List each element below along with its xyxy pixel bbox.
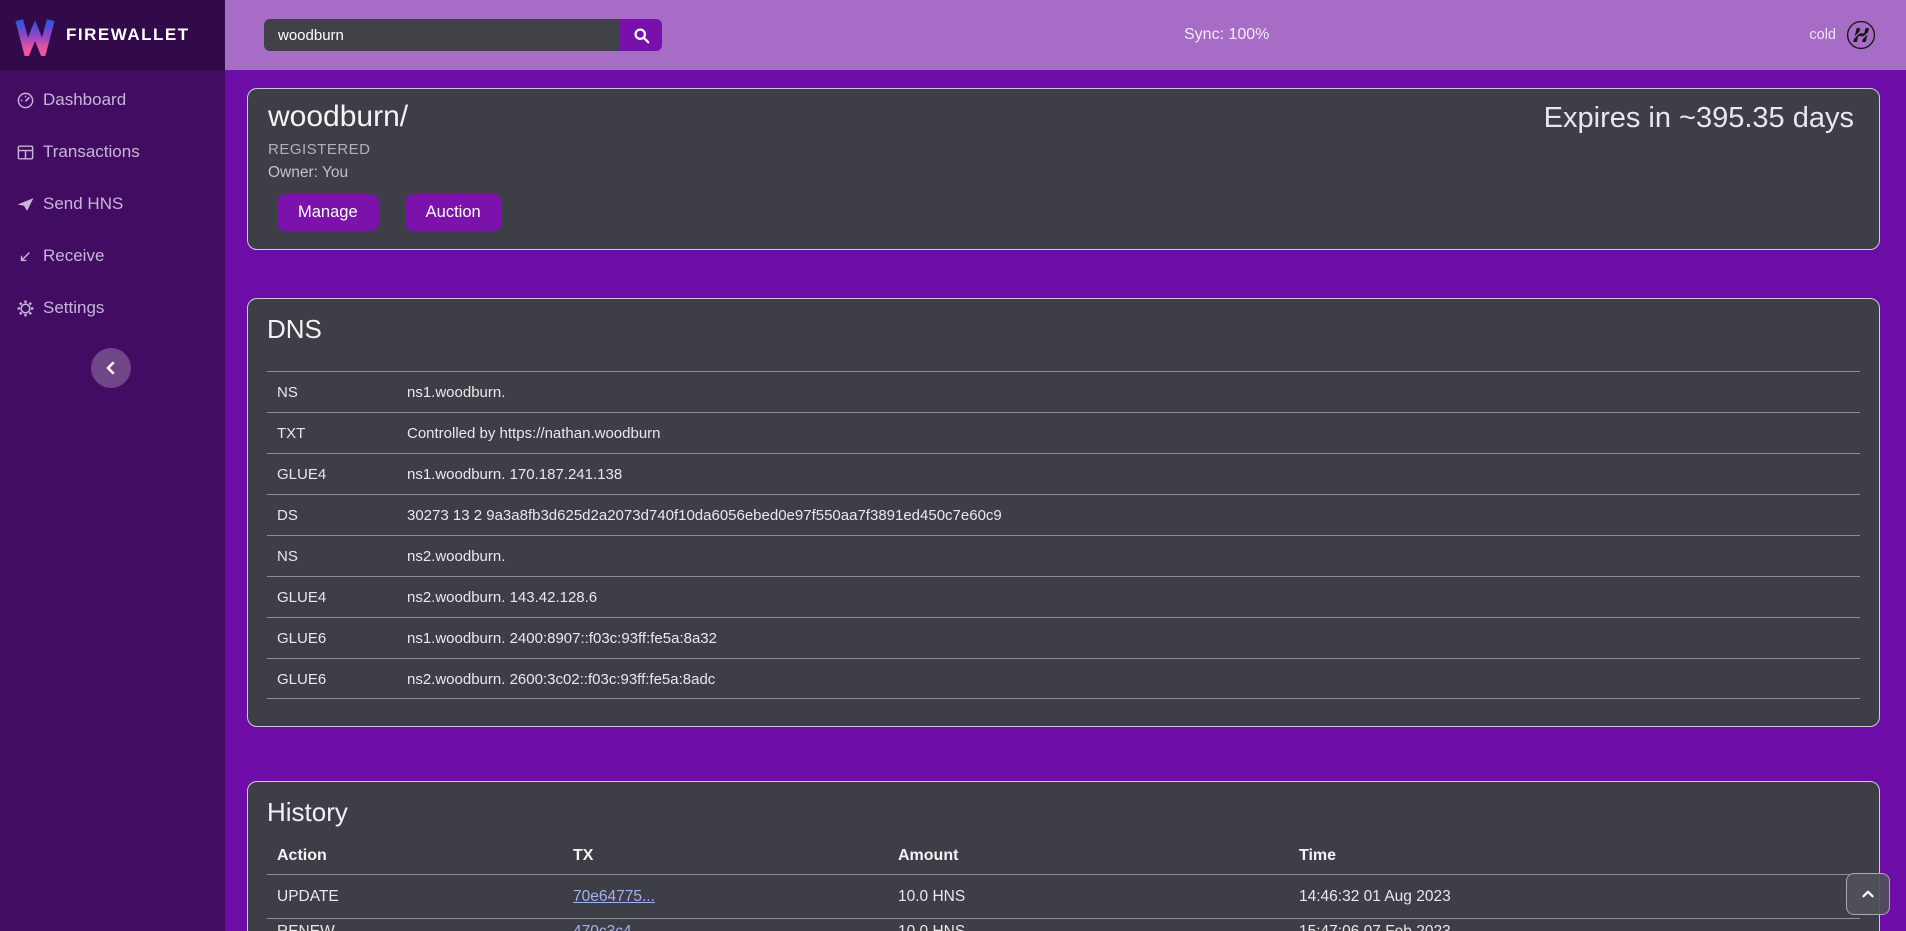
col-amount: Amount bbox=[898, 847, 1299, 865]
sidebar-item-dashboard[interactable]: Dashboard bbox=[0, 74, 225, 126]
search-input[interactable] bbox=[264, 19, 620, 51]
search-button[interactable] bbox=[620, 19, 662, 51]
manage-button[interactable]: Manage bbox=[277, 194, 379, 231]
gear-icon bbox=[16, 299, 35, 318]
sidebar-nav: Dashboard Transactions Send HNS Receive bbox=[0, 70, 225, 334]
search-icon bbox=[633, 27, 650, 44]
dns-table: NS ns1.woodburn. TXT Controlled by https… bbox=[267, 371, 1860, 699]
chevron-left-icon bbox=[103, 360, 119, 376]
history-action: RENEW bbox=[267, 923, 573, 931]
brand-name: FIREWALLET bbox=[66, 25, 190, 45]
dns-record-type: TXT bbox=[267, 413, 407, 453]
sidebar-item-transactions[interactable]: Transactions bbox=[0, 126, 225, 178]
tx-link[interactable]: 70e64775... bbox=[573, 888, 655, 905]
dns-record-type: DS bbox=[267, 495, 407, 535]
history-time: 15:47:06 07 Feb 2023 bbox=[1299, 923, 1860, 931]
sidebar-item-send-hns[interactable]: Send HNS bbox=[0, 178, 225, 230]
tx-link[interactable]: 470c3c4... bbox=[573, 923, 645, 931]
sidebar-item-label: Transactions bbox=[43, 142, 140, 162]
history-amount: 10.0 HNS bbox=[898, 888, 1299, 906]
dns-record-row: TXT Controlled by https://nathan.woodbur… bbox=[267, 412, 1860, 453]
dns-record-row: GLUE6 ns1.woodburn. 2400:8907::f03c:93ff… bbox=[267, 617, 1860, 658]
speedometer-icon bbox=[16, 91, 35, 110]
topbar: Sync: 100% cold H bbox=[225, 0, 1906, 70]
dns-record-value: ns1.woodburn. bbox=[407, 372, 1860, 412]
dns-record-type: GLUE4 bbox=[267, 454, 407, 494]
history-row: RENEW 470c3c4... 10.0 HNS 15:47:06 07 Fe… bbox=[267, 918, 1860, 931]
history-time: 14:46:32 01 Aug 2023 bbox=[1299, 888, 1860, 906]
dns-record-row: GLUE4 ns1.woodburn. 170.187.241.138 bbox=[267, 453, 1860, 494]
domain-expiry: Expires in ~395.35 days bbox=[1544, 102, 1854, 135]
sidebar-item-label: Dashboard bbox=[43, 90, 126, 110]
sidebar: FIREWALLET Dashboard Transactions Send H… bbox=[0, 0, 225, 931]
sidebar-item-label: Receive bbox=[43, 246, 104, 266]
scroll-to-top-button[interactable] bbox=[1846, 873, 1890, 915]
col-action: Action bbox=[267, 847, 573, 865]
history-amount: 10.0 HNS bbox=[898, 923, 1299, 931]
dns-record-type: GLUE6 bbox=[267, 659, 407, 698]
main-content: woodburn/ REGISTERED Owner: You Manage A… bbox=[225, 70, 1906, 931]
domain-card: woodburn/ REGISTERED Owner: You Manage A… bbox=[247, 88, 1880, 250]
dns-record-type: GLUE6 bbox=[267, 618, 407, 658]
domain-actions: Manage Auction bbox=[277, 194, 502, 231]
domain-status: REGISTERED bbox=[268, 141, 371, 158]
sidebar-collapse-button[interactable] bbox=[91, 348, 131, 388]
dns-record-type: NS bbox=[267, 372, 407, 412]
paper-plane-icon bbox=[16, 195, 35, 214]
table-icon bbox=[16, 143, 35, 162]
history-table: Action TX Amount Time UPDATE 70e64775...… bbox=[267, 838, 1860, 931]
sidebar-item-settings[interactable]: Settings bbox=[0, 282, 225, 334]
dns-record-row: NS ns1.woodburn. bbox=[267, 371, 1860, 412]
search-bar bbox=[264, 19, 662, 51]
history-heading: History bbox=[267, 797, 348, 828]
dns-record-value: 30273 13 2 9a3a8fb3d625d2a2073d740f10da6… bbox=[407, 495, 1860, 535]
chevron-up-icon bbox=[1859, 885, 1877, 903]
history-card: History Action TX Amount Time UPDATE 70e… bbox=[247, 781, 1880, 931]
history-action: UPDATE bbox=[267, 888, 573, 906]
firewallet-logo-icon bbox=[14, 14, 56, 56]
dns-record-row: GLUE4 ns2.woodburn. 143.42.128.6 bbox=[267, 576, 1860, 617]
wallet-cluster[interactable]: cold H bbox=[1809, 0, 1876, 70]
sync-status: Sync: 100% bbox=[1184, 0, 1269, 70]
svg-text:H: H bbox=[1850, 24, 1872, 47]
dns-heading: DNS bbox=[267, 314, 322, 345]
dns-record-value: ns2.woodburn. 2600:3c02::f03c:93ff:fe5a:… bbox=[407, 659, 1860, 698]
dns-card: DNS NS ns1.woodburn. TXT Controlled by h… bbox=[247, 298, 1880, 727]
sidebar-item-label: Settings bbox=[43, 298, 104, 318]
sidebar-item-receive[interactable]: Receive bbox=[0, 230, 225, 282]
dns-record-value: ns2.woodburn. 143.42.128.6 bbox=[407, 577, 1860, 617]
dns-record-row: GLUE6 ns2.woodburn. 2600:3c02::f03c:93ff… bbox=[267, 658, 1860, 699]
dns-record-type: NS bbox=[267, 536, 407, 576]
dns-record-type: GLUE4 bbox=[267, 577, 407, 617]
col-time: Time bbox=[1299, 847, 1860, 865]
history-header-row: Action TX Amount Time bbox=[267, 838, 1860, 874]
handshake-logo-icon: H bbox=[1846, 20, 1876, 50]
arrow-down-left-icon bbox=[16, 247, 35, 266]
sidebar-item-label: Send HNS bbox=[43, 194, 123, 214]
logo-bar: FIREWALLET bbox=[0, 0, 225, 70]
dns-record-row: NS ns2.woodburn. bbox=[267, 535, 1860, 576]
dns-record-value: ns1.woodburn. 170.187.241.138 bbox=[407, 454, 1860, 494]
col-tx: TX bbox=[573, 847, 898, 865]
history-row: UPDATE 70e64775... 10.0 HNS 14:46:32 01 … bbox=[267, 874, 1860, 918]
dns-record-value: Controlled by https://nathan.woodburn bbox=[407, 413, 1860, 453]
wallet-name: cold bbox=[1809, 27, 1836, 43]
dns-record-value: ns1.woodburn. 2400:8907::f03c:93ff:fe5a:… bbox=[407, 618, 1860, 658]
domain-title: woodburn/ bbox=[268, 100, 408, 134]
auction-button[interactable]: Auction bbox=[405, 194, 502, 231]
dns-record-value: ns2.woodburn. bbox=[407, 536, 1860, 576]
dns-record-row: DS 30273 13 2 9a3a8fb3d625d2a2073d740f10… bbox=[267, 494, 1860, 535]
domain-owner: Owner: You bbox=[268, 164, 348, 182]
